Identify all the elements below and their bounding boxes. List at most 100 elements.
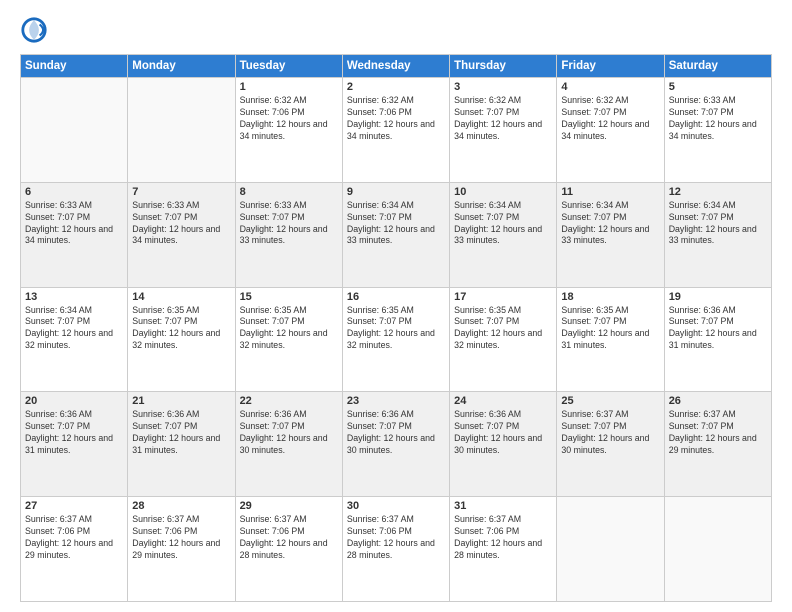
- day-number: 8: [240, 186, 338, 198]
- calendar-week-2: 6 Sunrise: 6:33 AM Sunset: 7:07 PM Daylig…: [21, 182, 772, 287]
- calendar-cell: 22 Sunrise: 6:36 AM Sunset: 7:07 PM Dayli…: [235, 392, 342, 497]
- day-info: Sunrise: 6:34 AM Sunset: 7:07 PM Dayligh…: [454, 200, 552, 248]
- day-number: 4: [561, 81, 659, 93]
- calendar-cell: 29 Sunrise: 6:37 AM Sunset: 7:06 PM Dayli…: [235, 497, 342, 602]
- day-number: 11: [561, 186, 659, 198]
- calendar: SundayMondayTuesdayWednesdayThursdayFrid…: [20, 54, 772, 602]
- day-number: 20: [25, 395, 123, 407]
- day-number: 9: [347, 186, 445, 198]
- day-info: Sunrise: 6:37 AM Sunset: 7:07 PM Dayligh…: [669, 409, 767, 457]
- page: SundayMondayTuesdayWednesdayThursdayFrid…: [0, 0, 792, 612]
- logo-icon: [20, 16, 48, 44]
- calendar-cell: 6 Sunrise: 6:33 AM Sunset: 7:07 PM Daylig…: [21, 182, 128, 287]
- day-number: 2: [347, 81, 445, 93]
- day-number: 13: [25, 291, 123, 303]
- day-info: Sunrise: 6:35 AM Sunset: 7:07 PM Dayligh…: [240, 305, 338, 353]
- calendar-cell: 2 Sunrise: 6:32 AM Sunset: 7:06 PM Daylig…: [342, 78, 449, 183]
- calendar-cell: 7 Sunrise: 6:33 AM Sunset: 7:07 PM Daylig…: [128, 182, 235, 287]
- calendar-cell: [557, 497, 664, 602]
- calendar-week-5: 27 Sunrise: 6:37 AM Sunset: 7:06 PM Dayli…: [21, 497, 772, 602]
- day-number: 18: [561, 291, 659, 303]
- day-number: 17: [454, 291, 552, 303]
- day-info: Sunrise: 6:35 AM Sunset: 7:07 PM Dayligh…: [561, 305, 659, 353]
- day-info: Sunrise: 6:35 AM Sunset: 7:07 PM Dayligh…: [347, 305, 445, 353]
- calendar-cell: 8 Sunrise: 6:33 AM Sunset: 7:07 PM Daylig…: [235, 182, 342, 287]
- day-info: Sunrise: 6:33 AM Sunset: 7:07 PM Dayligh…: [240, 200, 338, 248]
- calendar-cell: 14Sunrise: 6:35 AM Sunset: 7:07 PM Dayli…: [128, 287, 235, 392]
- calendar-cell: 30Sunrise: 6:37 AM Sunset: 7:06 PM Dayli…: [342, 497, 449, 602]
- calendar-cell: 17 Sunrise: 6:35 AM Sunset: 7:07 PM Dayli…: [450, 287, 557, 392]
- day-number: 25: [561, 395, 659, 407]
- calendar-header-wednesday: Wednesday: [342, 55, 449, 78]
- day-number: 1: [240, 81, 338, 93]
- day-info: Sunrise: 6:37 AM Sunset: 7:06 PM Dayligh…: [132, 514, 230, 562]
- day-number: 6: [25, 186, 123, 198]
- calendar-cell: 10Sunrise: 6:34 AM Sunset: 7:07 PM Dayli…: [450, 182, 557, 287]
- day-number: 29: [240, 500, 338, 512]
- calendar-header-friday: Friday: [557, 55, 664, 78]
- day-info: Sunrise: 6:34 AM Sunset: 7:07 PM Dayligh…: [669, 200, 767, 248]
- calendar-header-row: SundayMondayTuesdayWednesdayThursdayFrid…: [21, 55, 772, 78]
- day-number: 28: [132, 500, 230, 512]
- calendar-cell: 11 Sunrise: 6:34 AM Sunset: 7:07 PM Dayli…: [557, 182, 664, 287]
- calendar-cell: [21, 78, 128, 183]
- day-number: 21: [132, 395, 230, 407]
- day-info: Sunrise: 6:36 AM Sunset: 7:07 PM Dayligh…: [132, 409, 230, 457]
- calendar-cell: 13Sunrise: 6:34 AM Sunset: 7:07 PM Dayli…: [21, 287, 128, 392]
- day-number: 26: [669, 395, 767, 407]
- day-info: Sunrise: 6:35 AM Sunset: 7:07 PM Dayligh…: [132, 305, 230, 353]
- day-info: Sunrise: 6:33 AM Sunset: 7:07 PM Dayligh…: [132, 200, 230, 248]
- calendar-cell: 1 Sunrise: 6:32 AM Sunset: 7:06 PM Daylig…: [235, 78, 342, 183]
- day-info: Sunrise: 6:36 AM Sunset: 7:07 PM Dayligh…: [669, 305, 767, 353]
- day-number: 30: [347, 500, 445, 512]
- calendar-header-monday: Monday: [128, 55, 235, 78]
- day-number: 23: [347, 395, 445, 407]
- day-info: Sunrise: 6:32 AM Sunset: 7:07 PM Dayligh…: [454, 95, 552, 143]
- day-info: Sunrise: 6:36 AM Sunset: 7:07 PM Dayligh…: [347, 409, 445, 457]
- header: [20, 16, 772, 44]
- calendar-cell: [664, 497, 771, 602]
- day-info: Sunrise: 6:34 AM Sunset: 7:07 PM Dayligh…: [347, 200, 445, 248]
- calendar-cell: 4 Sunrise: 6:32 AM Sunset: 7:07 PM Daylig…: [557, 78, 664, 183]
- calendar-week-3: 13Sunrise: 6:34 AM Sunset: 7:07 PM Dayli…: [21, 287, 772, 392]
- day-info: Sunrise: 6:33 AM Sunset: 7:07 PM Dayligh…: [25, 200, 123, 248]
- day-info: Sunrise: 6:32 AM Sunset: 7:06 PM Dayligh…: [240, 95, 338, 143]
- day-info: Sunrise: 6:35 AM Sunset: 7:07 PM Dayligh…: [454, 305, 552, 353]
- calendar-cell: 18 Sunrise: 6:35 AM Sunset: 7:07 PM Dayli…: [557, 287, 664, 392]
- calendar-cell: [128, 78, 235, 183]
- calendar-cell: 16 Sunrise: 6:35 AM Sunset: 7:07 PM Dayli…: [342, 287, 449, 392]
- day-info: Sunrise: 6:33 AM Sunset: 7:07 PM Dayligh…: [669, 95, 767, 143]
- day-info: Sunrise: 6:32 AM Sunset: 7:07 PM Dayligh…: [561, 95, 659, 143]
- day-info: Sunrise: 6:37 AM Sunset: 7:06 PM Dayligh…: [25, 514, 123, 562]
- day-info: Sunrise: 6:37 AM Sunset: 7:06 PM Dayligh…: [240, 514, 338, 562]
- day-number: 7: [132, 186, 230, 198]
- day-number: 16: [347, 291, 445, 303]
- calendar-cell: 25Sunrise: 6:37 AM Sunset: 7:07 PM Dayli…: [557, 392, 664, 497]
- calendar-cell: 26 Sunrise: 6:37 AM Sunset: 7:07 PM Dayli…: [664, 392, 771, 497]
- calendar-cell: 27 Sunrise: 6:37 AM Sunset: 7:06 PM Dayli…: [21, 497, 128, 602]
- day-number: 15: [240, 291, 338, 303]
- calendar-cell: 20 Sunrise: 6:36 AM Sunset: 7:07 PM Dayli…: [21, 392, 128, 497]
- day-number: 31: [454, 500, 552, 512]
- day-info: Sunrise: 6:36 AM Sunset: 7:07 PM Dayligh…: [240, 409, 338, 457]
- calendar-cell: 24Sunrise: 6:36 AM Sunset: 7:07 PM Dayli…: [450, 392, 557, 497]
- day-number: 24: [454, 395, 552, 407]
- day-info: Sunrise: 6:34 AM Sunset: 7:07 PM Dayligh…: [561, 200, 659, 248]
- day-info: Sunrise: 6:32 AM Sunset: 7:06 PM Dayligh…: [347, 95, 445, 143]
- calendar-week-4: 20 Sunrise: 6:36 AM Sunset: 7:07 PM Dayli…: [21, 392, 772, 497]
- calendar-cell: 21 Sunrise: 6:36 AM Sunset: 7:07 PM Dayli…: [128, 392, 235, 497]
- calendar-header-saturday: Saturday: [664, 55, 771, 78]
- day-info: Sunrise: 6:36 AM Sunset: 7:07 PM Dayligh…: [25, 409, 123, 457]
- day-number: 3: [454, 81, 552, 93]
- calendar-cell: 12Sunrise: 6:34 AM Sunset: 7:07 PM Dayli…: [664, 182, 771, 287]
- calendar-cell: 5Sunrise: 6:33 AM Sunset: 7:07 PM Daylig…: [664, 78, 771, 183]
- calendar-cell: 28 Sunrise: 6:37 AM Sunset: 7:06 PM Dayli…: [128, 497, 235, 602]
- calendar-cell: 9 Sunrise: 6:34 AM Sunset: 7:07 PM Daylig…: [342, 182, 449, 287]
- calendar-header-tuesday: Tuesday: [235, 55, 342, 78]
- day-number: 19: [669, 291, 767, 303]
- calendar-header-sunday: Sunday: [21, 55, 128, 78]
- day-number: 22: [240, 395, 338, 407]
- calendar-cell: 23 Sunrise: 6:36 AM Sunset: 7:07 PM Dayli…: [342, 392, 449, 497]
- day-info: Sunrise: 6:37 AM Sunset: 7:06 PM Dayligh…: [454, 514, 552, 562]
- day-number: 27: [25, 500, 123, 512]
